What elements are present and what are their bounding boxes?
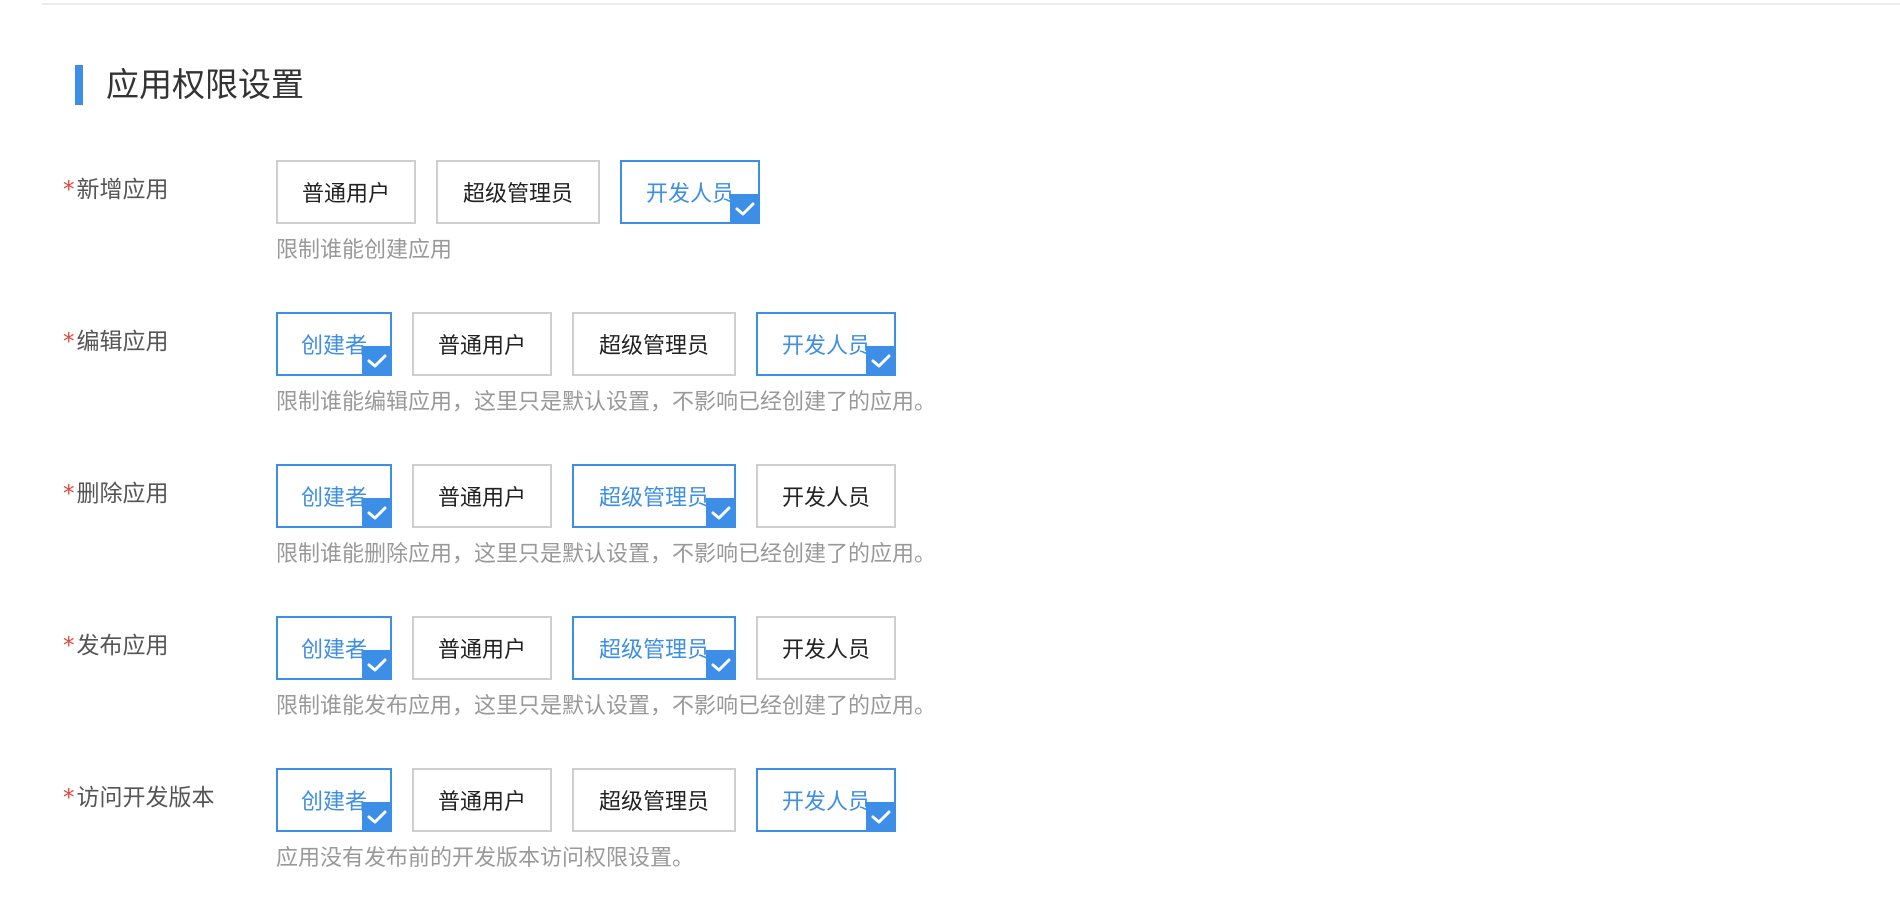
option-label: 创建者 bbox=[300, 790, 367, 815]
row-hint: 限制谁能删除应用，这里只是默认设置，不影响已经创建了的应用。 bbox=[276, 542, 937, 567]
option-label: 超级管理员 bbox=[598, 638, 709, 663]
permission-rows: *新增应用 普通用户 超级管理员 开发人员 限制谁能创建应用 *编辑应用 创建者 普通用户 超级… bbox=[0, 160, 1100, 920]
row-hint: 限制谁能创建应用 bbox=[276, 238, 453, 263]
option-label: 创建者 bbox=[300, 334, 367, 359]
section-title: 应用权限设置 bbox=[106, 65, 304, 104]
option-label: 超级管理员 bbox=[598, 334, 709, 359]
option-label: 创建者 bbox=[300, 638, 367, 663]
option-label: 普通用户 bbox=[437, 334, 526, 359]
option-button[interactable]: 开发人员 bbox=[756, 464, 896, 528]
option-group: 普通用户 超级管理员 开发人员 bbox=[276, 160, 780, 224]
required-mark: * bbox=[63, 329, 75, 355]
checkmark-icon bbox=[362, 498, 392, 528]
option-label: 超级管理员 bbox=[598, 790, 709, 815]
permission-row-new-app: *新增应用 普通用户 超级管理员 开发人员限制谁能创建应用 bbox=[0, 160, 1100, 312]
row-label-text: 删除应用 bbox=[76, 481, 169, 507]
option-group: 创建者 普通用户 超级管理员 开发人员 bbox=[276, 464, 916, 528]
option-button[interactable]: 创建者 bbox=[276, 768, 392, 832]
section-accent-bar bbox=[75, 65, 83, 105]
option-button[interactable]: 超级管理员 bbox=[572, 312, 736, 376]
option-label: 超级管理员 bbox=[598, 486, 709, 511]
option-button[interactable]: 开发人员 bbox=[620, 160, 760, 224]
checkmark-icon bbox=[730, 194, 760, 224]
option-label: 开发人员 bbox=[781, 790, 870, 815]
option-button[interactable]: 普通用户 bbox=[412, 768, 552, 832]
required-mark: * bbox=[63, 481, 75, 507]
option-button[interactable]: 开发人员 bbox=[756, 768, 896, 832]
checkmark-icon bbox=[362, 802, 392, 832]
top-divider bbox=[42, 3, 1900, 5]
row-label-text: 访问开发版本 bbox=[76, 785, 215, 811]
row-label: *编辑应用 bbox=[63, 326, 169, 358]
row-hint: 应用没有发布前的开发版本访问权限设置。 bbox=[276, 846, 695, 871]
option-label: 创建者 bbox=[300, 486, 367, 511]
checkmark-icon bbox=[706, 498, 736, 528]
option-button[interactable]: 开发人员 bbox=[756, 616, 896, 680]
permission-row-access-dev-version: *访问开发版本 创建者 普通用户 超级管理员 开发人员应用没有发布前的开发版本访问权限设… bbox=[0, 768, 1100, 920]
option-label: 超级管理员 bbox=[462, 182, 573, 207]
row-label-text: 发布应用 bbox=[76, 633, 169, 659]
permission-row-edit-app: *编辑应用 创建者 普通用户 超级管理员 开发人员限制谁能编辑应用，这里只是默认设置，不… bbox=[0, 312, 1100, 464]
option-button[interactable]: 普通用户 bbox=[412, 312, 552, 376]
option-group: 创建者 普通用户 超级管理员 开发人员 bbox=[276, 616, 916, 680]
row-label-text: 新增应用 bbox=[76, 177, 169, 203]
option-label: 普通用户 bbox=[437, 638, 526, 663]
option-button[interactable]: 普通用户 bbox=[412, 464, 552, 528]
option-label: 开发人员 bbox=[645, 182, 734, 207]
option-button[interactable]: 创建者 bbox=[276, 312, 392, 376]
permission-row-delete-app: *删除应用 创建者 普通用户 超级管理员 开发人员限制谁能删除应用，这里只是默认设置，不… bbox=[0, 464, 1100, 616]
option-button[interactable]: 创建者 bbox=[276, 464, 392, 528]
option-button[interactable]: 超级管理员 bbox=[572, 464, 736, 528]
option-button[interactable]: 超级管理员 bbox=[572, 616, 736, 680]
option-button[interactable]: 普通用户 bbox=[276, 160, 416, 224]
option-label: 开发人员 bbox=[781, 486, 870, 511]
row-hint: 限制谁能发布应用，这里只是默认设置，不影响已经创建了的应用。 bbox=[276, 694, 937, 719]
option-button[interactable]: 超级管理员 bbox=[436, 160, 600, 224]
checkmark-icon bbox=[362, 650, 392, 680]
option-button[interactable]: 开发人员 bbox=[756, 312, 896, 376]
permission-row-publish-app: *发布应用 创建者 普通用户 超级管理员 开发人员限制谁能发布应用，这里只是默认设置，不… bbox=[0, 616, 1100, 768]
option-label: 开发人员 bbox=[781, 638, 870, 663]
required-mark: * bbox=[63, 177, 75, 203]
required-mark: * bbox=[63, 633, 75, 659]
option-label: 开发人员 bbox=[781, 334, 870, 359]
option-button[interactable]: 超级管理员 bbox=[572, 768, 736, 832]
row-label: *删除应用 bbox=[63, 478, 169, 510]
section-header: 应用权限设置 bbox=[75, 65, 304, 105]
option-group: 创建者 普通用户 超级管理员 开发人员 bbox=[276, 312, 916, 376]
row-hint: 限制谁能编辑应用，这里只是默认设置，不影响已经创建了的应用。 bbox=[276, 390, 937, 415]
option-button[interactable]: 普通用户 bbox=[412, 616, 552, 680]
option-button[interactable]: 创建者 bbox=[276, 616, 392, 680]
row-label: *访问开发版本 bbox=[63, 782, 215, 814]
checkmark-icon bbox=[866, 802, 896, 832]
checkmark-icon bbox=[362, 346, 392, 376]
option-label: 普通用户 bbox=[437, 790, 526, 815]
option-label: 普通用户 bbox=[301, 182, 390, 207]
row-label: *新增应用 bbox=[63, 174, 169, 206]
checkmark-icon bbox=[706, 650, 736, 680]
option-label: 普通用户 bbox=[437, 486, 526, 511]
row-label: *发布应用 bbox=[63, 630, 169, 662]
required-mark: * bbox=[63, 785, 75, 811]
row-label-text: 编辑应用 bbox=[76, 329, 169, 355]
checkmark-icon bbox=[866, 346, 896, 376]
option-group: 创建者 普通用户 超级管理员 开发人员 bbox=[276, 768, 916, 832]
